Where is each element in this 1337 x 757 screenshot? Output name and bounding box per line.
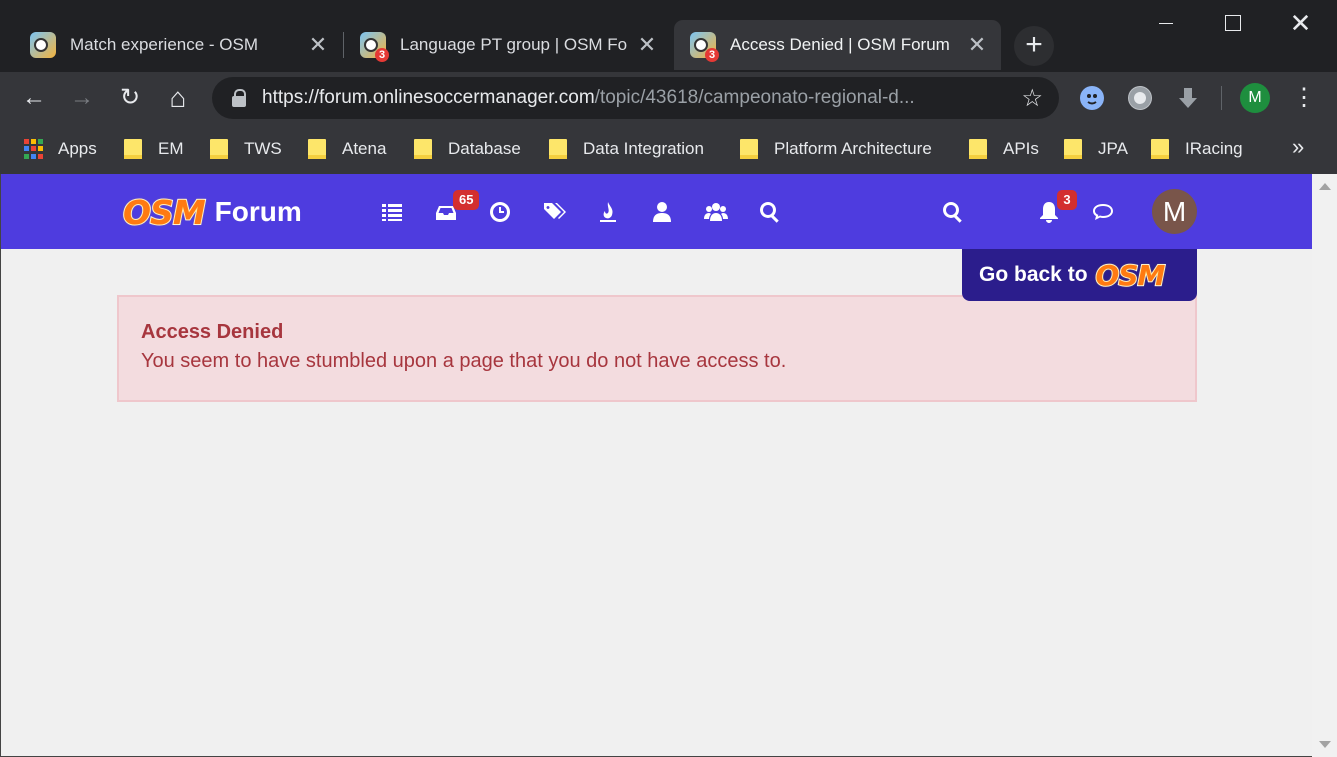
bookmark-label: APIs bbox=[1003, 139, 1039, 158]
access-denied-alert: Access Denied You seem to have stumbled … bbox=[117, 295, 1197, 402]
users-icon[interactable] bbox=[650, 200, 674, 224]
tab-match-experience[interactable]: Match experience - OSM ✕ bbox=[2, 20, 342, 70]
bookmark-folder-jpa[interactable]: JPA bbox=[1064, 136, 1128, 162]
lock-icon bbox=[232, 89, 246, 107]
folder-icon bbox=[1151, 139, 1169, 159]
folder-icon bbox=[414, 139, 432, 159]
notifications-count-badge: 3 bbox=[1057, 190, 1077, 210]
extension-icon[interactable] bbox=[1128, 86, 1152, 110]
tab-title: Match experience - OSM bbox=[70, 35, 259, 54]
bookmark-folder-database[interactable]: Database bbox=[414, 136, 521, 162]
profile-avatar[interactable]: M bbox=[1240, 83, 1270, 113]
user-avatar[interactable]: M bbox=[1152, 189, 1197, 234]
scroll-down-icon[interactable] bbox=[1319, 741, 1331, 748]
folder-icon bbox=[308, 139, 326, 159]
search-nav-icon[interactable] bbox=[758, 200, 782, 224]
bookmark-label: TWS bbox=[244, 139, 282, 158]
bookmark-label: Apps bbox=[58, 139, 97, 158]
osm-forum-logo[interactable]: OSM Forum bbox=[122, 192, 302, 233]
extension-icon[interactable] bbox=[1080, 86, 1104, 110]
apps-grid-icon bbox=[24, 139, 44, 159]
bookmarks-overflow-button[interactable]: » bbox=[1292, 134, 1304, 160]
folder-icon bbox=[1064, 139, 1082, 159]
go-back-to-osm-button[interactable]: Go back to OSM bbox=[962, 249, 1197, 301]
forum-logo-label: Forum bbox=[214, 196, 302, 227]
unread-count-badge: 65 bbox=[453, 190, 480, 210]
tab-language-pt-group[interactable]: 3 Language PT group | OSM Forum ✕ bbox=[332, 20, 671, 70]
browser-tab-strip: Match experience - OSM ✕ 3 Language PT g… bbox=[0, 0, 1337, 72]
address-bar[interactable]: https://forum.onlinesoccermanager.com/to… bbox=[212, 77, 1059, 119]
bookmark-label: Atena bbox=[342, 139, 387, 158]
home-button[interactable]: ⌂ bbox=[164, 84, 192, 112]
folder-icon bbox=[210, 139, 228, 159]
bookmark-apps[interactable]: Apps bbox=[24, 136, 97, 162]
tab-title: Access Denied | OSM Forum bbox=[730, 35, 950, 54]
maximize-window-button[interactable] bbox=[1199, 0, 1266, 46]
bookmark-folder-tws[interactable]: TWS bbox=[210, 136, 282, 162]
bookmark-label: Database bbox=[448, 139, 521, 158]
folder-icon bbox=[740, 139, 758, 159]
browser-menu-icon[interactable]: ⋮ bbox=[1292, 84, 1316, 112]
osm-favicon-icon bbox=[30, 32, 56, 58]
forward-button[interactable]: → bbox=[68, 84, 96, 112]
search-icon[interactable] bbox=[941, 200, 965, 224]
minimize-window-button[interactable] bbox=[1132, 0, 1199, 46]
tab-close-icon[interactable]: ✕ bbox=[308, 34, 328, 56]
osm-favicon-icon: 3 bbox=[690, 32, 719, 62]
toolbar-divider bbox=[1221, 86, 1222, 110]
url-text[interactable]: https://forum.onlinesoccermanager.com/to… bbox=[262, 87, 1009, 109]
tab-close-icon[interactable]: ✕ bbox=[637, 34, 657, 56]
bookmark-folder-atena[interactable]: Atena bbox=[308, 136, 386, 162]
download-extension-icon[interactable] bbox=[1176, 86, 1200, 110]
folder-icon bbox=[124, 139, 142, 159]
bookmark-label: EM bbox=[158, 139, 184, 158]
folder-icon bbox=[969, 139, 987, 159]
scroll-up-icon[interactable] bbox=[1319, 183, 1331, 190]
bookmark-label: IRacing bbox=[1185, 139, 1243, 158]
page-scrollbar[interactable] bbox=[1312, 174, 1337, 757]
bookmark-folder-data-integration[interactable]: Data Integration bbox=[549, 136, 704, 162]
new-tab-button[interactable]: + bbox=[1014, 26, 1054, 66]
close-window-button[interactable]: ✕ bbox=[1267, 0, 1334, 46]
recent-clock-icon[interactable] bbox=[488, 200, 512, 224]
go-back-label: Go back to bbox=[979, 263, 1088, 286]
forum-navbar: OSM Forum 65 3 M bbox=[1, 174, 1312, 249]
tab-access-denied[interactable]: 3 Access Denied | OSM Forum ✕ bbox=[674, 20, 1001, 70]
browser-toolbar: ← → ↻ ⌂ https://forum.onlinesoccermanage… bbox=[0, 72, 1337, 124]
chat-bubble-icon[interactable] bbox=[1091, 200, 1115, 224]
tab-title: Language PT group | OSM Forum bbox=[400, 35, 627, 54]
bookmark-folder-em[interactable]: EM bbox=[124, 136, 184, 162]
alert-message: You seem to have stumbled upon a page th… bbox=[141, 350, 787, 372]
bookmark-folder-apis[interactable]: APIs bbox=[969, 136, 1039, 162]
back-button[interactable]: ← bbox=[20, 84, 48, 112]
tab-close-icon[interactable]: ✕ bbox=[967, 34, 987, 56]
bookmark-star-icon[interactable]: ☆ bbox=[1021, 84, 1043, 113]
popular-fire-icon[interactable] bbox=[596, 200, 620, 224]
alert-title: Access Denied bbox=[141, 321, 284, 343]
forum-page: OSM Forum 65 3 M Go back to OSM Access D… bbox=[0, 174, 1337, 757]
tags-icon[interactable] bbox=[542, 200, 566, 224]
reload-button[interactable]: ↻ bbox=[116, 84, 144, 112]
bookmark-folder-platform-architecture[interactable]: Platform Architecture bbox=[740, 136, 932, 162]
osm-logo: OSM bbox=[122, 192, 207, 233]
bookmark-label: Data Integration bbox=[583, 139, 704, 158]
bookmark-label: Platform Architecture bbox=[774, 139, 932, 158]
osm-logo: OSM bbox=[1095, 258, 1167, 293]
bookmarks-bar: Apps EM TWS Atena Database Data Integrat… bbox=[0, 124, 1337, 174]
groups-icon[interactable] bbox=[704, 200, 728, 224]
categories-list-icon[interactable] bbox=[380, 200, 404, 224]
folder-icon bbox=[549, 139, 567, 159]
bookmark-label: JPA bbox=[1098, 139, 1128, 158]
osm-favicon-icon: 3 bbox=[360, 32, 389, 62]
bookmark-folder-iracing[interactable]: IRacing bbox=[1151, 136, 1243, 162]
